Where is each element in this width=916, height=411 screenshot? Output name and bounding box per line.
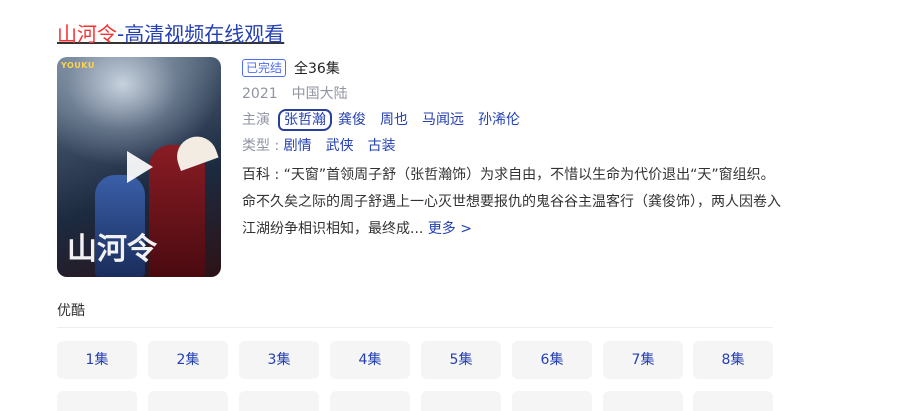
cast-link-1[interactable]: 张哲瀚 (278, 109, 332, 131)
region: 中国大陆 (291, 86, 348, 102)
cast-link-5[interactable]: 孙浠伦 (478, 112, 520, 128)
genre-label: 类型 : (242, 138, 284, 154)
cast-link-2[interactable]: 龚俊 (338, 112, 366, 128)
episode-button-3[interactable]: 3集 (239, 341, 319, 379)
summary-text: 百科 : “天窗”首领周子舒（张哲瀚饰）为求自由，不惜以生命为代价退出“天”窗组… (242, 167, 781, 237)
youku-logo: YOUKU (61, 61, 95, 70)
summary: 百科 : “天窗”首领周子舒（张哲瀚饰）为求自由，不惜以生命为代价退出“天”窗组… (242, 162, 782, 243)
cast-link-4[interactable]: 马闻远 (422, 112, 464, 128)
cast-link-3[interactable]: 周也 (380, 112, 408, 128)
episode-button-next-row[interactable] (603, 391, 683, 411)
episode-button-next-row[interactable] (512, 391, 592, 411)
episode-button-next-row[interactable] (57, 391, 137, 411)
title-highlight[interactable]: 山河令 (57, 22, 117, 46)
episode-button-next-row[interactable] (148, 391, 228, 411)
episode-button-1[interactable]: 1集 (57, 341, 137, 379)
episode-button-7[interactable]: 7集 (603, 341, 683, 379)
cast-label: 主演 (242, 112, 270, 128)
episode-count: 全36集 (294, 61, 340, 77)
episode-button-next-row[interactable] (421, 391, 501, 411)
status-line: 已完结 全36集 (242, 58, 340, 80)
episode-button-next-row[interactable] (330, 391, 410, 411)
episode-button-next-row[interactable] (693, 391, 773, 411)
cast-line: 主演 张哲瀚 龚俊 周也 马闻远 孙浠伦 (242, 109, 534, 131)
status-badge: 已完结 (242, 59, 287, 77)
poster-image[interactable]: YOUKU 山河令 (57, 57, 221, 277)
genre-link-3[interactable]: 古装 (368, 138, 396, 154)
episode-button-2[interactable]: 2集 (148, 341, 228, 379)
episode-button-6[interactable]: 6集 (512, 341, 592, 379)
episode-button-4[interactable]: 4集 (330, 341, 410, 379)
title-rest[interactable]: -高清视频在线观看 (117, 22, 284, 46)
genre-line: 类型 : 剧情 武侠 古装 (242, 135, 410, 157)
result-title-link[interactable]: 山河令-高清视频在线观看 (57, 20, 284, 48)
year-region-line: 2021 中国大陆 (242, 83, 362, 105)
episode-button-5[interactable]: 5集 (421, 341, 501, 379)
play-icon[interactable] (127, 151, 153, 183)
source-name: 优酷 (57, 303, 85, 319)
genre-link-2[interactable]: 武侠 (326, 138, 354, 154)
episode-button-next-row[interactable] (239, 391, 319, 411)
episode-button-8[interactable]: 8集 (693, 341, 773, 379)
poster-calligraphy: 山河令 (67, 232, 157, 267)
genre-link-1[interactable]: 剧情 (284, 138, 312, 154)
year: 2021 (242, 86, 278, 102)
more-link[interactable]: 更多 > (428, 221, 472, 237)
divider (57, 327, 773, 328)
